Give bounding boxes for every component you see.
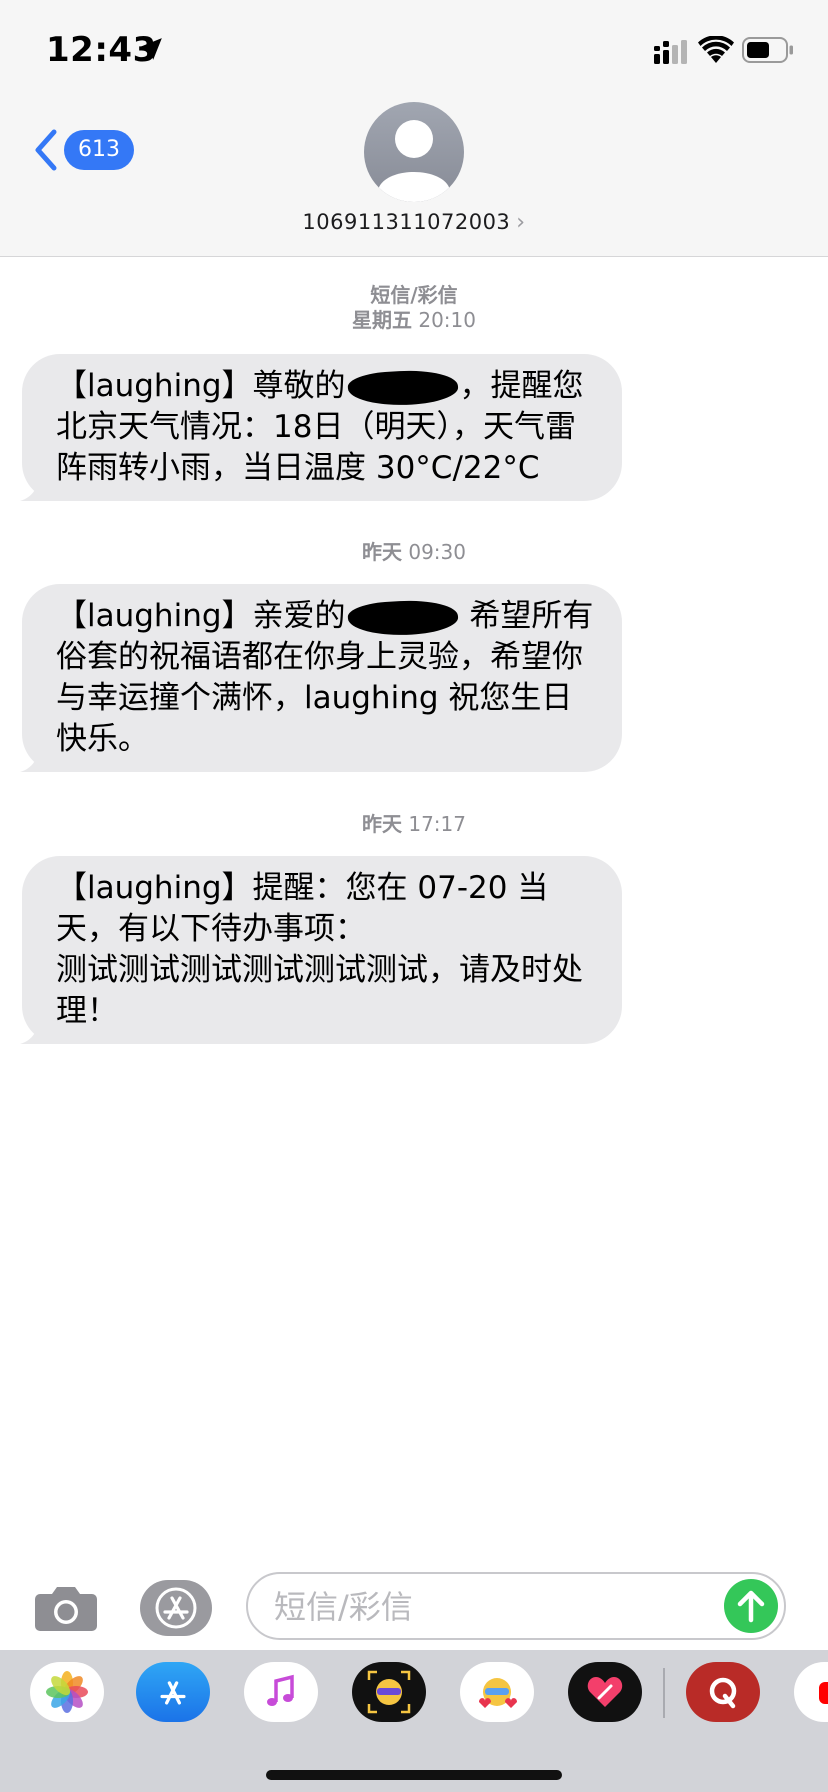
timestamp-clock: 09:30 [408, 540, 466, 564]
imessage-app-drawer [0, 1650, 828, 1792]
app-store-icon[interactable] [140, 1580, 212, 1636]
arrow-up-icon [737, 1590, 765, 1623]
chevron-right-icon: › [516, 210, 526, 235]
message-bubble[interactable]: 【laughing】提醒：您在 07-20 当天，有以下待办事项： 测试测试测试… [20, 856, 622, 1044]
signal-icon [654, 40, 687, 64]
contact-number: 106911311072003 [302, 210, 511, 234]
timestamp-day: 昨天 [362, 540, 402, 564]
message-timestamp: 昨天 17:17 [0, 812, 828, 837]
message-timestamp: 昨天 09:30 [0, 540, 828, 565]
location-arrow-icon [140, 38, 162, 60]
app-store-glyph [155, 1587, 197, 1629]
message-type-label: 短信/彩信 [370, 283, 458, 307]
message-text: 【laughing】亲爱的 [56, 598, 346, 634]
redaction-scribble [346, 597, 459, 638]
memoji-icon[interactable] [352, 1662, 426, 1722]
quora-icon[interactable] [686, 1662, 760, 1722]
memoji-hearts-icon[interactable] [460, 1662, 534, 1722]
contact-avatar[interactable] [364, 102, 464, 202]
heart-digital-touch-icon[interactable] [568, 1662, 642, 1722]
app-store-icon[interactable] [136, 1662, 210, 1722]
message-input[interactable] [272, 1584, 696, 1630]
message-bubble[interactable]: 【laughing】尊敬的 ，提醒您北京天气情况：18日（明天），天气雷阵雨转小雨… [20, 354, 622, 501]
timestamp-clock: 17:17 [408, 812, 466, 836]
message-text: 【laughing】尊敬的 [56, 368, 346, 404]
camera-icon[interactable] [34, 1584, 98, 1632]
battery-icon [742, 37, 793, 63]
person-icon [378, 120, 450, 202]
music-icon[interactable] [244, 1662, 318, 1722]
contact-name[interactable]: 106911311072003 › [0, 210, 828, 235]
wifi-icon [698, 36, 734, 63]
send-button[interactable] [724, 1579, 778, 1633]
home-indicator[interactable] [266, 1770, 562, 1780]
messages-screen: 12:43 613 106911311072003 › 短信/彩信 星期五 20… [0, 0, 828, 1792]
timestamp-clock: 20:10 [418, 308, 476, 332]
unread-count-badge: 613 [64, 130, 134, 170]
message-timestamp: 短信/彩信 星期五 20:10 [0, 283, 828, 333]
chevron-left-icon [35, 129, 57, 171]
back-button[interactable]: 613 [32, 128, 134, 172]
photos-icon[interactable] [30, 1662, 104, 1722]
conversation-header: 12:43 613 106911311072003 › [0, 0, 828, 257]
timestamp-day: 昨天 [362, 812, 402, 836]
timestamp-day: 星期五 [352, 308, 412, 332]
message-input-field[interactable] [246, 1572, 786, 1640]
redaction-scribble [346, 367, 459, 408]
message-text: 【laughing】提醒：您在 07-20 当天，有以下待办事项： 测试测试测试… [22, 856, 622, 1044]
youtube-icon[interactable] [794, 1662, 828, 1722]
message-bubble[interactable]: 【laughing】亲爱的 希望所有俗套的祝福语都在你身上灵验，希望你与幸运撞个… [20, 584, 622, 772]
drawer-divider [663, 1668, 665, 1718]
